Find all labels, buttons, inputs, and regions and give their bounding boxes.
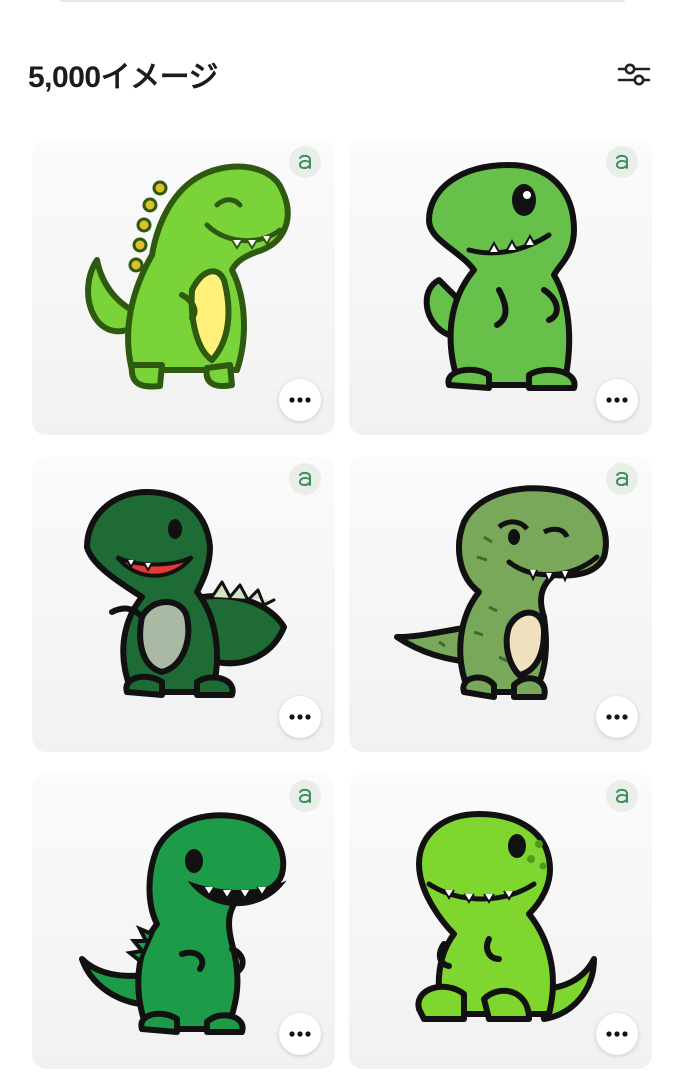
ai-generated-badge	[289, 463, 321, 495]
ai-generated-badge-icon	[615, 788, 628, 803]
image-grid	[32, 140, 652, 1069]
top-divider	[60, 0, 625, 2]
ai-generated-badge	[289, 146, 321, 178]
image-card[interactable]	[349, 140, 652, 435]
more-options-icon	[289, 1031, 311, 1037]
more-options-icon	[606, 397, 628, 403]
ai-generated-badge-icon	[298, 471, 311, 486]
more-options-icon	[606, 1031, 628, 1037]
image-card[interactable]	[32, 140, 335, 435]
more-options-button[interactable]	[279, 379, 321, 421]
more-options-button[interactable]	[596, 1013, 638, 1055]
ai-generated-badge-icon	[615, 471, 628, 486]
ai-generated-badge	[606, 146, 638, 178]
more-options-icon	[289, 714, 311, 720]
image-card[interactable]	[349, 774, 652, 1069]
more-options-button[interactable]	[279, 1013, 321, 1055]
image-card[interactable]	[32, 457, 335, 752]
more-options-icon	[606, 714, 628, 720]
ai-generated-badge-icon	[298, 788, 311, 803]
ai-generated-badge	[606, 463, 638, 495]
more-options-button[interactable]	[279, 696, 321, 738]
more-options-icon	[289, 397, 311, 403]
filter-button[interactable]	[614, 54, 654, 94]
ai-generated-badge	[606, 780, 638, 812]
image-card[interactable]	[349, 457, 652, 752]
more-options-button[interactable]	[596, 379, 638, 421]
ai-generated-badge	[289, 780, 321, 812]
image-card[interactable]	[32, 774, 335, 1069]
sliders-filter-icon	[617, 63, 651, 86]
more-options-button[interactable]	[596, 696, 638, 738]
ai-generated-badge-icon	[298, 154, 311, 169]
result-count: 5,000イメージ	[28, 61, 218, 94]
results-header: 5,000イメージ	[28, 52, 654, 96]
ai-generated-badge-icon	[615, 154, 628, 169]
